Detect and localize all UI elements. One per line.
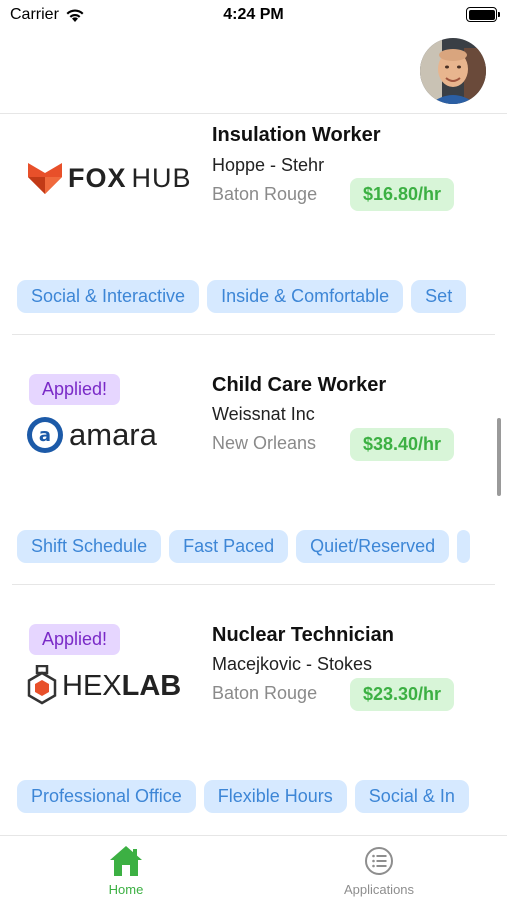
- tab-bar: Home Applications: [0, 835, 507, 900]
- job-city: Baton Rouge: [212, 184, 318, 204]
- tab-label: Home: [108, 882, 144, 897]
- battery-icon: [466, 7, 500, 22]
- job-title: Child Care Worker: [212, 374, 387, 396]
- amara-logo: a amara: [26, 416, 157, 454]
- fox-hub-logo: FOX HUB: [26, 161, 192, 195]
- scrollbar[interactable]: [497, 418, 501, 496]
- logo-text: amara: [69, 417, 157, 452]
- job-rate-badge: $16.80/hr: [350, 178, 455, 211]
- tab-home[interactable]: Home: [46, 844, 206, 897]
- card-divider: [12, 334, 495, 335]
- amara-badge-icon: a: [27, 417, 63, 453]
- job-company: Macejkovic - Stokes: [212, 654, 373, 674]
- job-city: New Orleans: [212, 433, 317, 453]
- applied-badge: Applied!: [29, 374, 121, 405]
- hexlab-logo: HEX LAB: [26, 665, 181, 707]
- tag-row[interactable]: Shift Schedule Fast Paced Quiet/Reserved: [17, 530, 493, 564]
- job-city: Baton Rouge: [212, 683, 318, 703]
- job-rate-badge: $23.30/hr: [350, 678, 455, 711]
- list-icon: [365, 847, 393, 875]
- tag-chip[interactable]: Flexible Hours: [203, 780, 347, 813]
- tag-chip[interactable]: [457, 530, 471, 563]
- fox-icon: [28, 163, 62, 194]
- logo-text-bold: LAB: [121, 669, 182, 702]
- logo-text-bold: FOX: [68, 162, 127, 193]
- job-title: Insulation Worker: [212, 124, 381, 146]
- tag-chip[interactable]: Fast Paced: [169, 530, 289, 563]
- app-header: [0, 32, 507, 114]
- svg-text:a: a: [39, 425, 51, 446]
- job-list[interactable]: Insulation Worker Hoppe - Stehr Baton Ro…: [0, 115, 507, 835]
- tab-applications[interactable]: Applications: [299, 844, 459, 897]
- logo-text-light: HUB: [131, 162, 192, 193]
- applied-badge: Applied!: [29, 624, 121, 655]
- tag-chip[interactable]: Social & Interactive: [17, 280, 200, 313]
- home-icon: [110, 846, 142, 876]
- tag-row[interactable]: Professional Office Flexible Hours Social …: [17, 780, 493, 814]
- card-divider: [12, 584, 495, 585]
- tag-row[interactable]: Social & Interactive Inside & Comfortable…: [17, 280, 493, 314]
- job-title: Nuclear Technician: [212, 624, 394, 646]
- company-logo-box: Applied! a amara: [18, 372, 190, 500]
- tag-chip[interactable]: Social & In: [354, 780, 469, 813]
- avatar-photo: [420, 38, 486, 104]
- tag-chip[interactable]: Quiet/Reserved: [296, 530, 450, 563]
- status-bar: Carrier 4:24 PM: [0, 0, 507, 32]
- company-logo-box: FOX HUB: [18, 125, 192, 253]
- avatar[interactable]: [420, 38, 486, 104]
- clock: 4:24 PM: [223, 6, 284, 23]
- tab-label: Applications: [343, 882, 415, 897]
- company-logo-box: Applied! HEX LAB: [18, 622, 190, 750]
- tag-chip[interactable]: Set: [411, 280, 467, 313]
- logo-text-light: HEX: [62, 669, 122, 702]
- tag-chip[interactable]: Shift Schedule: [17, 530, 162, 563]
- tag-chip[interactable]: Professional Office: [17, 780, 196, 813]
- job-company: Weissnat Inc: [212, 404, 315, 424]
- flask-hex-icon: [27, 665, 57, 705]
- tag-chip[interactable]: Inside & Comfortable: [207, 280, 404, 313]
- job-rate-badge: $38.40/hr: [350, 428, 455, 461]
- job-company: Hoppe - Stehr: [212, 155, 325, 175]
